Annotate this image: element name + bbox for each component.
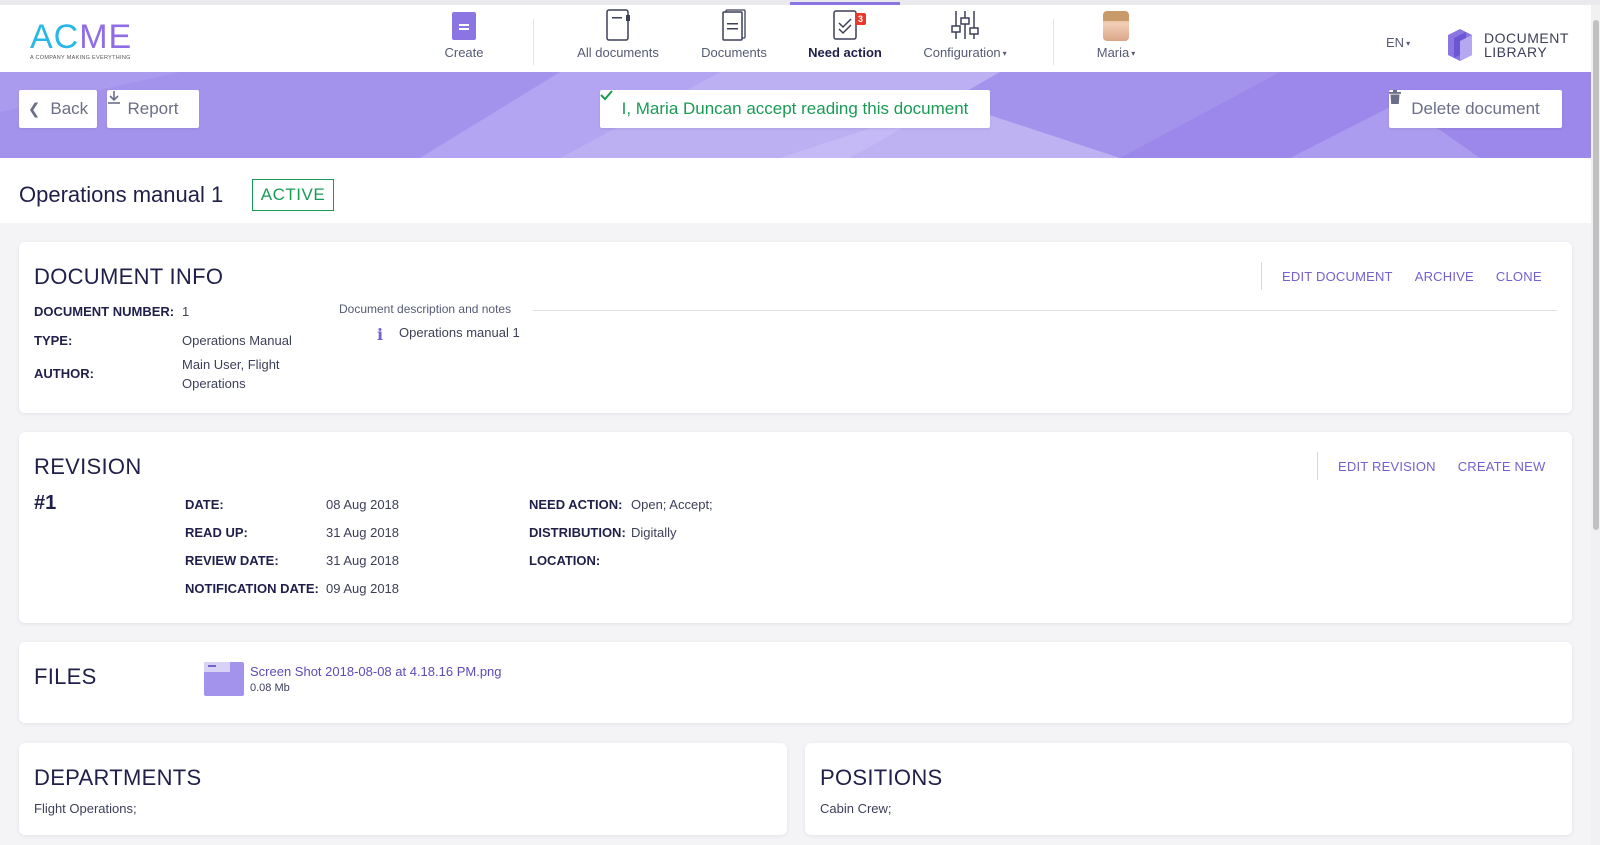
nav-all-documents[interactable]: All documents	[573, 5, 663, 72]
top-navigation: ACME A COMPANY MAKING EVERYTHING Create …	[0, 0, 1600, 72]
delete-document-label: Delete document	[1411, 99, 1540, 118]
nav-divider	[533, 19, 534, 65]
library-logo-icon	[1448, 29, 1472, 61]
files-title: FILES	[34, 664, 97, 689]
sliders-icon	[951, 11, 979, 39]
review-date-label: REVIEW DATE:	[185, 553, 279, 568]
clone-link[interactable]: CLONE	[1496, 269, 1542, 284]
document-number-value: 1	[182, 304, 190, 319]
revision-actions: EDIT REVISION CREATE NEW	[1317, 452, 1545, 480]
language-label: EN	[1386, 35, 1405, 50]
language-selector[interactable]: EN ▾	[1386, 35, 1410, 50]
nav-documents[interactable]: Documents	[694, 5, 774, 72]
checkmark-icon	[600, 90, 613, 101]
positions-value: Cabin Crew;	[820, 801, 892, 816]
back-button[interactable]: ❮ Back	[19, 90, 97, 128]
trash-icon	[1389, 90, 1401, 104]
user-name: Maria	[1096, 45, 1130, 60]
logo-name-a: AC	[30, 18, 80, 56]
type-value: Operations Manual	[182, 333, 292, 348]
scrollbar-thumb[interactable]	[1593, 20, 1599, 530]
create-new-revision-link[interactable]: CREATE NEW	[1458, 459, 1546, 474]
review-date-value: 31 Aug 2018	[326, 553, 400, 568]
document-info-title: DOCUMENT INFO	[34, 264, 224, 289]
page-title: Operations manual 1	[19, 182, 224, 207]
positions-card: POSITIONS Cabin Crew;	[805, 743, 1572, 835]
files-card: FILES Screen Shot 2018-08-08 at 4.18.16 …	[19, 642, 1572, 723]
departments-card: DEPARTMENTS Flight Operations;	[19, 743, 787, 835]
chevron-down-icon: ▾	[1406, 39, 1411, 49]
revision-date-label: DATE:	[185, 497, 224, 512]
document-title-bar: Operations manual 1 ACTIVE	[0, 158, 1591, 223]
library-title-line2: LIBRARY	[1484, 44, 1548, 60]
revision-date-value: 08 Aug 2018	[326, 497, 400, 512]
edit-document-link[interactable]: EDIT DOCUMENT	[1282, 269, 1393, 284]
action-banner: ❮ Back Report I, Maria Duncan accept rea…	[0, 72, 1591, 158]
nav-documents-label: Documents	[701, 45, 767, 60]
info-icon: i	[377, 325, 384, 344]
nav-configuration[interactable]: Configuration ▾	[915, 5, 1015, 72]
delete-document-button[interactable]: Delete document	[1389, 90, 1562, 128]
documents-icon	[722, 9, 746, 41]
need-action-value: Open; Accept;	[631, 497, 713, 512]
accept-reading-label: I, Maria Duncan accept reading this docu…	[621, 99, 969, 118]
description-heading: Document description and notes	[339, 302, 512, 316]
author-value-line2: Operations	[182, 376, 246, 391]
departments-value: Flight Operations;	[34, 801, 137, 816]
image-file-icon	[204, 662, 244, 696]
need-action-label: NEED ACTION:	[529, 497, 623, 512]
author-value-line1: Main User, Flight	[182, 357, 280, 372]
location-label: LOCATION:	[529, 553, 601, 568]
report-button[interactable]: Report	[107, 90, 199, 128]
distribution-label: DISTRIBUTION:	[529, 525, 626, 540]
nav-need-action-label: Need action	[808, 45, 882, 60]
file-size: 0.08 Mb	[250, 682, 290, 694]
nav-configuration-label: Configuration	[923, 45, 1001, 60]
library-title-line1: DOCUMENT	[1484, 30, 1569, 46]
create-document-icon	[452, 12, 476, 40]
document-library-logo[interactable]: DOCUMENT LIBRARY	[1444, 27, 1569, 63]
nav-all-documents-label: All documents	[577, 45, 659, 60]
notification-date-value: 09 Aug 2018	[326, 581, 400, 596]
document-info-card: DOCUMENT INFO EDIT DOCUMENT ARCHIVE CLON…	[19, 242, 1572, 413]
nav-need-action[interactable]: 3 Need action	[790, 2, 900, 69]
notification-date-label: NOTIFICATION DATE:	[185, 581, 319, 596]
back-button-label: Back	[50, 99, 89, 118]
revision-title: REVISION	[34, 454, 142, 479]
file-name-link[interactable]: Screen Shot 2018-08-08 at 4.18.16 PM.png	[250, 664, 502, 679]
type-label: TYPE:	[34, 333, 73, 348]
report-button-label: Report	[127, 99, 179, 118]
read-up-value: 31 Aug 2018	[326, 525, 400, 540]
edit-revision-link[interactable]: EDIT REVISION	[1338, 459, 1436, 474]
positions-title: POSITIONS	[820, 765, 943, 790]
chevron-down-icon: ▾	[1131, 49, 1136, 59]
chevron-down-icon: ▾	[1002, 49, 1007, 59]
need-action-count-badge: 3	[855, 13, 866, 25]
revision-number: #1	[34, 492, 57, 514]
status-badge: ACTIVE	[252, 179, 334, 211]
nav-user-menu[interactable]: Maria ▾	[1090, 5, 1142, 72]
chevron-left-icon: ❮	[27, 101, 41, 118]
nav-divider	[1053, 19, 1054, 65]
acme-logo[interactable]: ACME A COMPANY MAKING EVERYTHING	[30, 19, 150, 65]
document-actions: EDIT DOCUMENT ARCHIVE CLONE	[1261, 262, 1542, 290]
author-label: AUTHOR:	[34, 366, 94, 381]
distribution-value: Digitally	[631, 525, 677, 540]
download-icon	[108, 91, 120, 104]
departments-title: DEPARTMENTS	[34, 765, 202, 790]
nav-create[interactable]: Create	[433, 5, 495, 72]
accept-reading-button[interactable]: I, Maria Duncan accept reading this docu…	[600, 90, 990, 128]
notebook-icon	[606, 9, 630, 41]
archive-link[interactable]: ARCHIVE	[1415, 269, 1474, 284]
read-up-label: READ UP:	[185, 525, 248, 540]
document-number-label: DOCUMENT NUMBER:	[34, 304, 175, 319]
avatar	[1103, 11, 1129, 41]
description-divider	[533, 310, 1557, 311]
nav-create-label: Create	[444, 45, 484, 60]
revision-card: REVISION #1 EDIT REVISION CREATE NEW DAT…	[19, 432, 1572, 623]
logo-name-b: ME	[79, 18, 133, 56]
description-text: Operations manual 1	[399, 325, 520, 340]
